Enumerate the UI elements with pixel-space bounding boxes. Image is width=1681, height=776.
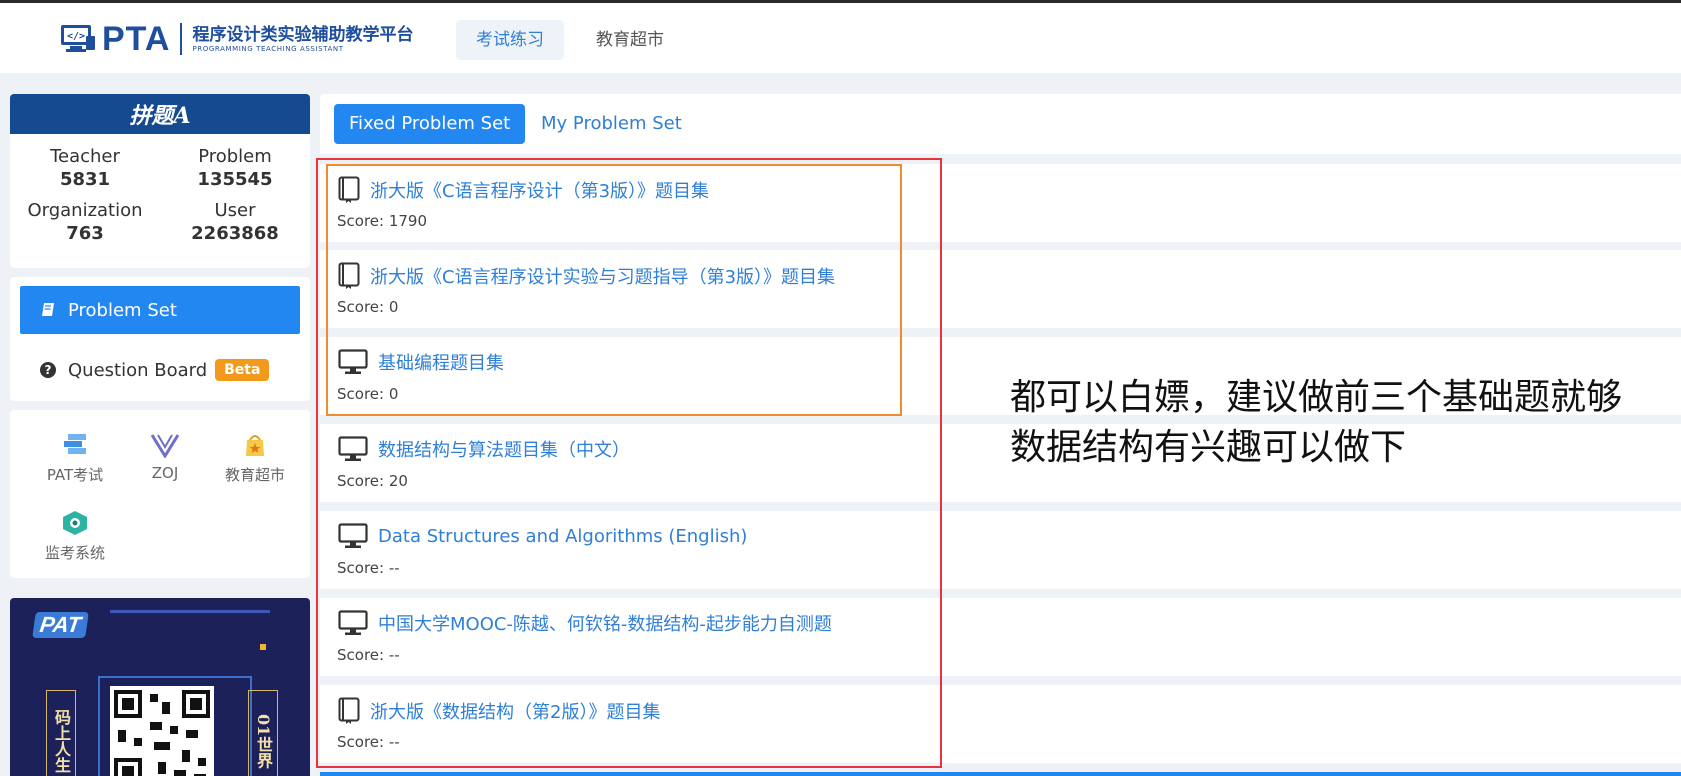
tools-grid: PAT考试 ZOJ 教育超市 监考系统 xyxy=(10,410,310,578)
promo-slogan-left: 码上人生 xyxy=(46,690,76,776)
tab-fixed-problem-set[interactable]: Fixed Problem Set xyxy=(334,104,526,144)
tool-edu-market[interactable]: 教育超市 xyxy=(210,432,300,485)
orange-highlight-box xyxy=(326,164,902,416)
sidebar-item-label: Problem Set xyxy=(68,299,177,321)
stat-teacher: Teacher 5831 xyxy=(50,146,120,190)
pat-promo-banner[interactable]: PAT 码上人生 01世界 xyxy=(10,598,310,776)
sidebar-item-problem-set[interactable]: Problem Set xyxy=(20,286,300,334)
problem-set-tabs: Fixed Problem Set My Problem Set xyxy=(320,94,1681,154)
logo-divider xyxy=(180,23,183,55)
annotation-line-1: 都可以白嫖，建议做前三个基础题就够 xyxy=(1010,377,1623,418)
pta-logo[interactable]: </> PTA 程序设计类实验辅助教学平台 PROGRAMMING TEACHI… xyxy=(60,19,414,58)
market-icon xyxy=(246,435,264,456)
stat-user: User 2263868 xyxy=(191,200,279,244)
tool-zoj[interactable]: ZOJ xyxy=(120,432,210,482)
stat-problem: Problem 135545 xyxy=(197,146,273,190)
promo-dot xyxy=(260,644,266,650)
book-icon xyxy=(42,303,54,316)
tool-proctor[interactable]: 监考系统 xyxy=(30,510,120,563)
annotation-note: 都可以白嫖，建议做前三个基础题就够 数据结构有兴趣可以做下 xyxy=(1010,373,1680,473)
tool-pat[interactable]: PAT考试 xyxy=(30,432,120,485)
nav-tab-edu-market[interactable]: 教育超市 xyxy=(576,20,684,60)
zoj-icon xyxy=(150,434,180,458)
logo-chinese-title: 程序设计类实验辅助教学平台 xyxy=(192,25,414,45)
promo-stripe xyxy=(110,610,270,613)
sidebar-item-question-board[interactable]: ? Question Board Beta xyxy=(20,347,300,393)
logo-english-title: PROGRAMMING TEACHING ASSISTANT xyxy=(192,45,344,53)
sidebar-item-label: Question Board xyxy=(68,359,208,381)
annotation-line-2: 数据结构有兴趣可以做下 xyxy=(1010,427,1407,468)
nav-tab-exam-practice[interactable]: 考试练习 xyxy=(456,20,564,60)
question-circle-icon: ? xyxy=(40,362,56,378)
beta-badge: Beta xyxy=(215,359,270,381)
promo-pat-logo: PAT xyxy=(32,612,89,638)
pat-icon xyxy=(64,434,86,454)
promo-slogan-right: 01世界 xyxy=(248,690,278,776)
sidebar-menu: Problem Set ? Question Board Beta xyxy=(10,277,310,401)
tab-my-problem-set[interactable]: My Problem Set xyxy=(526,104,697,144)
code-monitor-icon: </> xyxy=(61,25,95,52)
qr-code-icon xyxy=(110,686,214,776)
brand-banner: 拼题A xyxy=(10,94,310,134)
platform-stats-card: 拼题A Teacher 5831 Problem 135545 Organiza… xyxy=(10,94,310,268)
stat-organization: Organization 763 xyxy=(27,200,143,244)
top-header: </> PTA 程序设计类实验辅助教学平台 PROGRAMMING TEACHI… xyxy=(0,3,1681,73)
proctor-icon xyxy=(63,511,87,535)
logo-wordmark: PTA xyxy=(102,19,171,58)
bottom-accent-bar xyxy=(320,772,1681,776)
svg-text:</>: </> xyxy=(67,31,85,42)
